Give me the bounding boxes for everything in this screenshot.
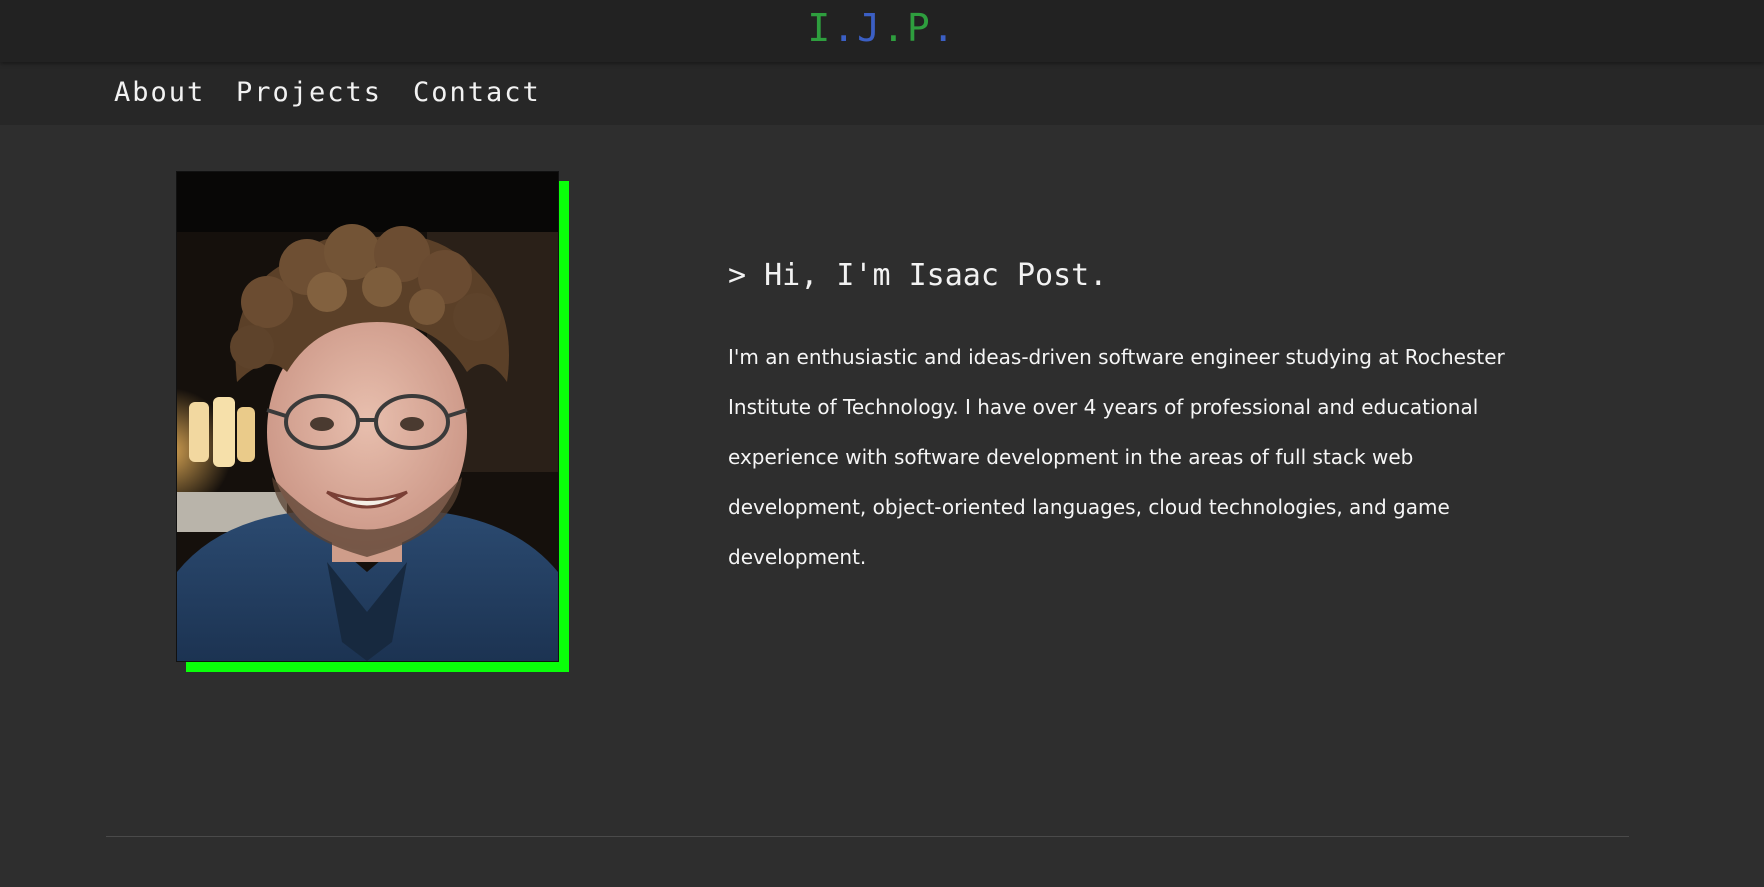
- logo-char: J: [857, 6, 882, 50]
- logo-char: .: [832, 6, 858, 50]
- bio-line: development.: [728, 545, 867, 569]
- logo-char: I: [807, 6, 833, 50]
- bio-line: Institute of Technology. I have over 4 y…: [728, 395, 1479, 419]
- top-header: I.J.P.: [0, 0, 1764, 62]
- hero-greeting: > Hi, I'm Isaac Post.: [728, 258, 1108, 293]
- logo-char: .: [931, 6, 957, 50]
- bio-line: I'm an enthusiastic and ideas-driven sof…: [728, 345, 1505, 369]
- site-logo[interactable]: I.J.P.: [807, 6, 956, 50]
- profile-photo-image: [177, 172, 558, 661]
- logo-char: .: [882, 6, 907, 50]
- bio-line: experience with software development in …: [728, 445, 1414, 469]
- profile-photo-frame: [176, 171, 569, 672]
- bio-line: development, object-oriented languages, …: [728, 495, 1450, 519]
- nav-item-contact[interactable]: Contact: [413, 76, 541, 110]
- section-divider: [106, 836, 1629, 837]
- nav-item-about[interactable]: About: [114, 76, 205, 110]
- main-nav: About Projects Contact: [0, 62, 1764, 125]
- logo-char: P: [906, 6, 932, 50]
- hero-bio: I'm an enthusiastic and ideas-driven sof…: [728, 332, 1548, 582]
- profile-photo: [176, 171, 559, 662]
- nav-item-projects[interactable]: Projects: [236, 76, 382, 110]
